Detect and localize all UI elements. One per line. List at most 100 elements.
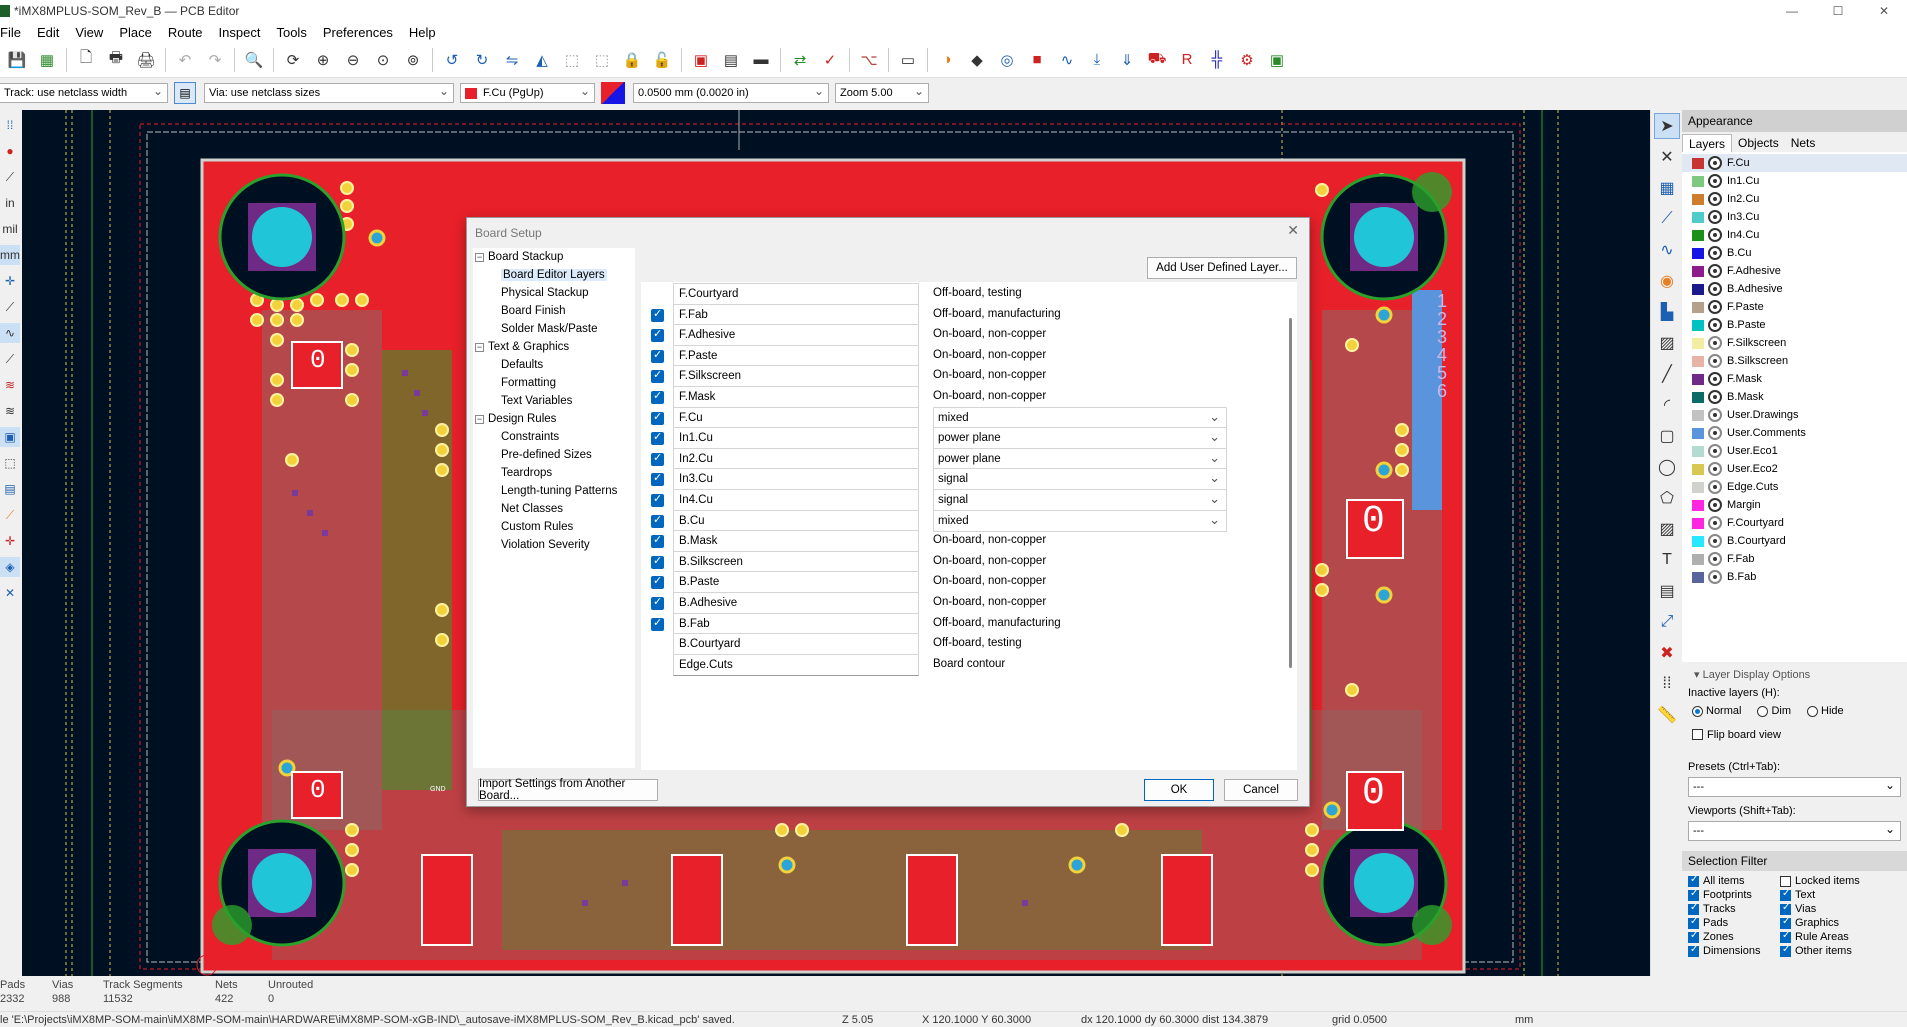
layer-enable-checkbox[interactable]: [651, 616, 664, 631]
filter-checkbox[interactable]: [1688, 944, 1699, 957]
layer-color-swatch[interactable]: [1692, 463, 1704, 475]
appearance-layer-b-fab[interactable]: B.Fab: [1682, 568, 1907, 586]
plugin-export-icon[interactable]: ⇓: [1115, 48, 1139, 72]
eye-icon[interactable]: [1708, 192, 1722, 206]
layer-enable-checkbox[interactable]: [651, 513, 664, 528]
layer-enable-checkbox[interactable]: [651, 307, 664, 322]
filter-footprints[interactable]: Footprints: [1688, 888, 1780, 901]
plugin-net-icon[interactable]: ⚙: [1235, 48, 1259, 72]
layer-display-options-toggle[interactable]: ▾ Layer Display Options: [1682, 662, 1907, 687]
plugin-blender-icon[interactable]: ◑: [935, 48, 959, 72]
layer-color-swatch[interactable]: [1692, 445, 1704, 457]
show-vias-icon[interactable]: ≋: [0, 401, 20, 421]
polar-coords-icon[interactable]: ⟋: [0, 167, 20, 187]
layer-name-field[interactable]: Edge.Cuts: [673, 653, 919, 676]
appearance-layer-f-fab[interactable]: F.Fab: [1682, 550, 1907, 568]
rotate-ccw-icon[interactable]: ↺: [440, 48, 464, 72]
layer-color-swatch[interactable]: [1692, 355, 1704, 367]
board-setup-tool-icon[interactable]: ▣: [689, 48, 713, 72]
eye-hidden-icon[interactable]: [1708, 516, 1722, 530]
rotate-cw-icon[interactable]: ↻: [470, 48, 494, 72]
appearance-layer-user-eco2[interactable]: User.Eco2: [1682, 460, 1907, 478]
zoom-fit-icon[interactable]: ⊙: [371, 48, 395, 72]
plugin-download-icon[interactable]: ⤓: [1085, 48, 1109, 72]
filter-checkbox[interactable]: [1780, 930, 1791, 943]
layer-color-swatch[interactable]: [1692, 427, 1704, 439]
filter-checkbox[interactable]: [1780, 902, 1791, 915]
tree-item-board-finish[interactable]: Board Finish: [473, 302, 635, 320]
layer-enable-checkbox[interactable]: [651, 368, 664, 384]
mirror-icon[interactable]: ◭: [530, 48, 554, 72]
auto-track-width-button[interactable]: ▤: [174, 82, 196, 104]
filter-checkbox[interactable]: [1780, 875, 1791, 887]
filter-vias[interactable]: Vias: [1780, 902, 1890, 915]
menu-preferences[interactable]: Preferences: [315, 25, 401, 40]
appearance-layer-in3-cu[interactable]: In3.Cu: [1682, 208, 1907, 226]
layer-color-swatch[interactable]: [1692, 175, 1704, 187]
layer-enable-checkbox[interactable]: [651, 348, 664, 363]
tab-nets[interactable]: Nets: [1785, 134, 1822, 152]
update-pcb-icon[interactable]: ⇄: [788, 48, 812, 72]
draw-rectangle-icon[interactable]: ▢: [1654, 423, 1680, 449]
layer-color-swatch[interactable]: [1692, 319, 1704, 331]
tree-item-teardrops[interactable]: Teardrops: [473, 464, 635, 482]
layer-enable-checkbox[interactable]: [651, 389, 664, 404]
add-user-layer-button[interactable]: Add User Defined Layer...: [1147, 257, 1297, 279]
group-icon[interactable]: ⬚: [560, 48, 584, 72]
layer-color-swatch[interactable]: [1692, 211, 1704, 223]
tree-item-solder-mask-paste[interactable]: Solder Mask/Paste: [473, 320, 635, 338]
print-icon[interactable]: 🖶: [104, 48, 128, 72]
eye-icon[interactable]: [1708, 300, 1722, 314]
appearance-layer-f-paste[interactable]: F.Paste: [1682, 298, 1907, 316]
filter-locked-items[interactable]: Locked items: [1780, 875, 1890, 887]
zone-outline-icon[interactable]: ⬚: [0, 453, 20, 473]
menu-tools[interactable]: Tools: [268, 25, 314, 40]
plugin-wave-icon[interactable]: ∿: [1055, 48, 1079, 72]
route-diff-pair-icon[interactable]: ∿: [1654, 237, 1680, 263]
draw-circle-icon[interactable]: ◯: [1654, 454, 1680, 480]
page-settings-icon[interactable]: 🗋: [74, 48, 98, 72]
plot-icon[interactable]: 🖨: [134, 48, 158, 72]
tree-item-length-tuning-patterns[interactable]: Length-tuning Patterns: [473, 482, 635, 500]
inactive-dim-radio[interactable]: Dim: [1757, 705, 1791, 717]
tree-item-text-variables[interactable]: Text Variables: [473, 392, 635, 410]
filter-other-items[interactable]: Other items: [1780, 944, 1890, 957]
appearance-layer-b-cu[interactable]: B.Cu: [1682, 244, 1907, 262]
plugin-r4-icon[interactable]: R: [1175, 48, 1199, 72]
filter-checkbox[interactable]: [1688, 916, 1699, 929]
plugin-rf-icon[interactable]: ■: [1025, 48, 1049, 72]
layer-color-swatch[interactable]: [1692, 535, 1704, 547]
appearance-layer-b-mask[interactable]: B.Mask: [1682, 388, 1907, 406]
tree-group-text-graphics[interactable]: − Text & Graphics: [473, 338, 635, 356]
layer-color-swatch[interactable]: [1692, 481, 1704, 493]
ratsnest-icon[interactable]: ⟋: [0, 297, 20, 317]
zone-fill-icon[interactable]: ▣: [0, 427, 20, 447]
filter-graphics[interactable]: Graphics: [1780, 916, 1890, 929]
select-tool-icon[interactable]: ➤: [1654, 113, 1680, 139]
appearance-layer-b-courtyard[interactable]: B.Courtyard: [1682, 532, 1907, 550]
presets-select[interactable]: ---: [1688, 777, 1901, 797]
layer-select[interactable]: F.Cu (PgUp): [460, 83, 595, 103]
menu-edit[interactable]: Edit: [29, 25, 67, 40]
tree-item-net-classes[interactable]: Net Classes: [473, 500, 635, 518]
eye-icon[interactable]: [1708, 282, 1722, 296]
tree-item-constraints[interactable]: Constraints: [473, 428, 635, 446]
delete-tool-icon[interactable]: ✖: [1654, 640, 1680, 666]
eye-hidden-icon[interactable]: [1708, 570, 1722, 584]
eye-icon[interactable]: [1708, 372, 1722, 386]
eye-icon[interactable]: [1708, 498, 1722, 512]
appearance-layer-user-drawings[interactable]: User.Drawings: [1682, 406, 1907, 424]
filter-all-items[interactable]: All items: [1688, 874, 1780, 887]
tree-item-physical-stackup[interactable]: Physical Stackup: [473, 284, 635, 302]
layer-enable-checkbox[interactable]: [651, 554, 664, 569]
maximize-button[interactable]: ☐: [1815, 0, 1861, 22]
layer-color-swatch[interactable]: [1692, 229, 1704, 241]
menu-place[interactable]: Place: [111, 25, 160, 40]
tree-item-custom-rules[interactable]: Custom Rules: [473, 518, 635, 536]
footprint-library-icon[interactable]: ▤: [719, 48, 743, 72]
drc-icon[interactable]: ✓: [818, 48, 842, 72]
dialog-close-icon[interactable]: ✕: [1287, 222, 1299, 239]
tree-item-violation-severity[interactable]: Violation Severity: [473, 536, 635, 554]
filter-zones[interactable]: Zones: [1688, 930, 1780, 943]
import-settings-button[interactable]: Import Settings from Another Board...: [478, 778, 658, 802]
